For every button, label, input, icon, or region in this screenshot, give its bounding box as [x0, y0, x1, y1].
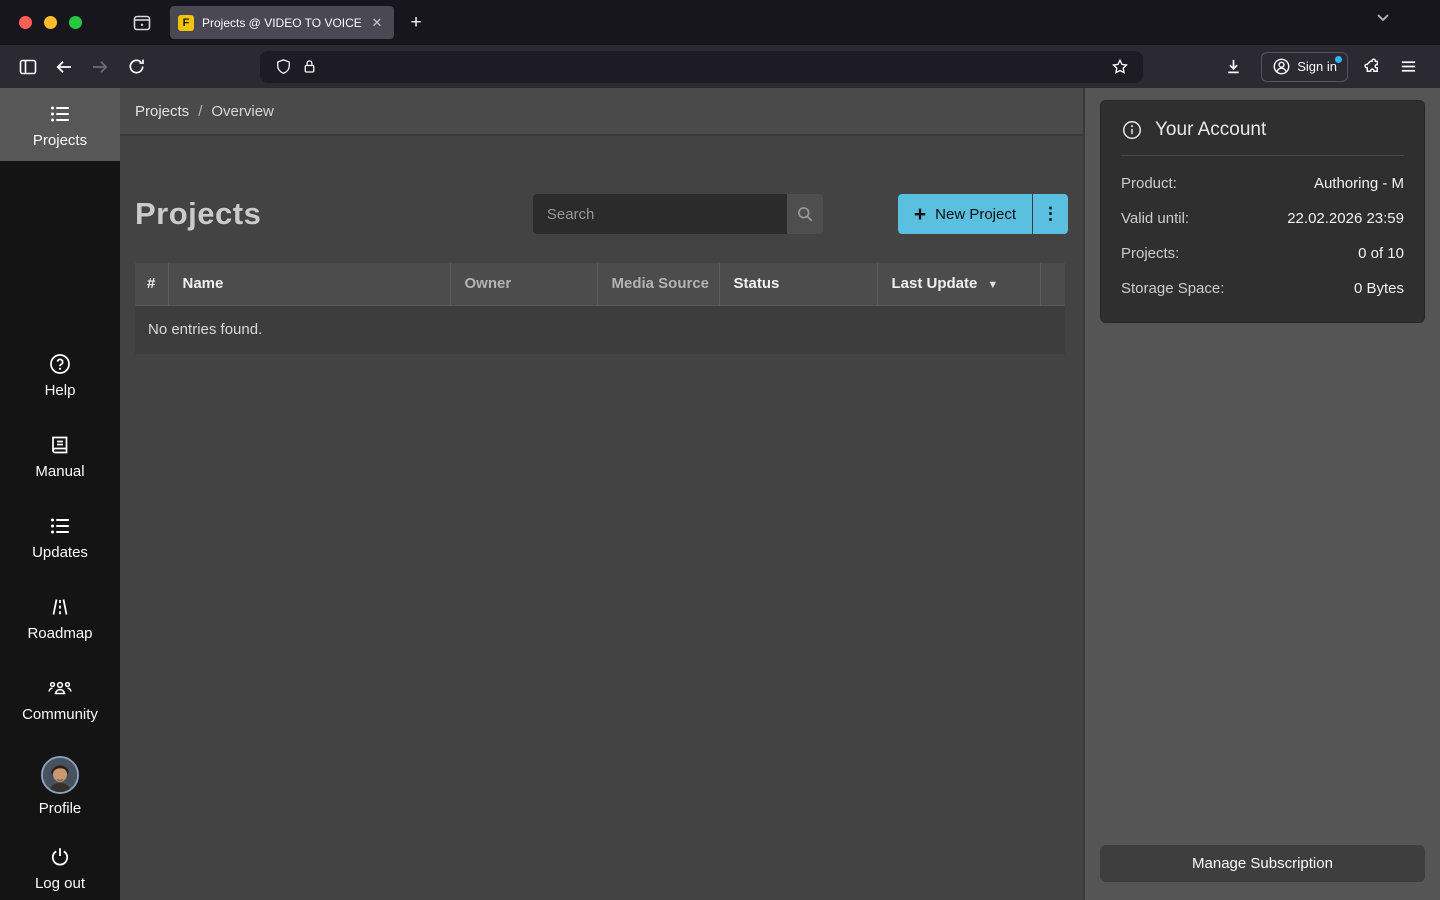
- divider: [1121, 155, 1404, 156]
- app-sidebar: Projects Help Manual: [0, 88, 120, 900]
- main-content: Projects / Overview Projects +: [120, 88, 1083, 900]
- browser-titlebar: F Projects @ VIDEO TO VOICE ✕ +: [0, 0, 1440, 45]
- empty-message: No entries found.: [135, 305, 1065, 354]
- window-minimize-button[interactable]: [44, 16, 57, 29]
- sidebar-item-roadmap[interactable]: Roadmap: [0, 581, 120, 654]
- account-row-valid-until: Valid until: 22.02.2026 23:59: [1101, 201, 1424, 236]
- sidebar-item-label: Help: [45, 382, 76, 399]
- column-header-index[interactable]: #: [135, 263, 168, 305]
- sidebar-item-projects[interactable]: Projects: [0, 88, 120, 161]
- your-account-card: Your Account Product: Authoring - M Vali…: [1100, 100, 1425, 323]
- extensions-icon[interactable]: [1356, 51, 1388, 83]
- search-icon[interactable]: [787, 194, 823, 234]
- column-header-spacer: [1040, 263, 1065, 305]
- breadcrumb: Projects / Overview: [120, 88, 1083, 136]
- new-tab-icon[interactable]: +: [402, 9, 430, 37]
- breadcrumb-page: Overview: [211, 103, 274, 120]
- sidebar-item-label: Manual: [35, 463, 84, 480]
- column-header-last-update[interactable]: Last Update▼: [877, 263, 1040, 305]
- power-icon: [48, 845, 72, 869]
- tab-list-chevron-icon[interactable]: [1374, 8, 1392, 26]
- sidebar-item-help[interactable]: Help: [0, 338, 120, 411]
- sign-in-label: Sign in: [1297, 59, 1337, 74]
- notification-badge: [1335, 56, 1342, 63]
- search-input[interactable]: [533, 194, 787, 234]
- people-icon: [47, 676, 73, 700]
- new-project-button-group: + New Project ⋮: [898, 194, 1068, 234]
- menu-icon[interactable]: [1392, 51, 1424, 83]
- breadcrumb-separator: /: [198, 103, 202, 120]
- bookmark-star-icon[interactable]: [1107, 54, 1133, 80]
- reload-icon[interactable]: [120, 51, 152, 83]
- sign-in-button[interactable]: Sign in: [1261, 52, 1348, 82]
- back-icon[interactable]: [48, 51, 80, 83]
- tracking-shield-icon[interactable]: [270, 54, 296, 80]
- sidebar-item-label: Community: [22, 706, 98, 723]
- macos-window-controls: [19, 16, 82, 29]
- account-row-storage: Storage Space: 0 Bytes: [1101, 271, 1424, 306]
- forward-icon[interactable]: [84, 51, 116, 83]
- table-header-row: # Name Owner Media Source Status Last Up…: [135, 263, 1065, 305]
- new-project-button[interactable]: + New Project: [898, 194, 1032, 234]
- account-panel: Your Account Product: Authoring - M Vali…: [1083, 88, 1440, 900]
- close-tab-icon[interactable]: ✕: [368, 14, 386, 32]
- sort-desc-icon: ▼: [987, 279, 998, 291]
- column-header-owner[interactable]: Owner: [450, 263, 597, 305]
- info-icon: [1121, 119, 1143, 141]
- list-icon: [48, 102, 72, 126]
- sidebar-item-label: Profile: [39, 800, 82, 817]
- lock-icon[interactable]: [296, 54, 322, 80]
- sidebar-item-community[interactable]: Community: [0, 662, 120, 735]
- search-box: [533, 194, 823, 234]
- column-header-status[interactable]: Status: [719, 263, 877, 305]
- sidebar-item-updates[interactable]: Updates: [0, 500, 120, 573]
- plus-icon: +: [914, 204, 926, 225]
- sidebar-item-profile[interactable]: Profile: [0, 742, 120, 829]
- downloads-icon[interactable]: [1217, 51, 1249, 83]
- account-card-title: Your Account: [1155, 119, 1266, 141]
- table-empty-row: No entries found.: [135, 305, 1065, 354]
- help-icon: [48, 352, 72, 376]
- tab-favicon: F: [178, 15, 194, 31]
- sidebar-item-label: Log out: [35, 875, 85, 892]
- page-title: Projects: [135, 196, 261, 232]
- sidebar-item-logout[interactable]: Log out: [0, 831, 120, 900]
- manage-subscription-button[interactable]: Manage Subscription: [1100, 845, 1425, 882]
- sidebar-item-label: Roadmap: [27, 625, 92, 642]
- browser-tab[interactable]: F Projects @ VIDEO TO VOICE ✕: [170, 6, 394, 39]
- book-icon: [48, 433, 72, 457]
- window-close-button[interactable]: [19, 16, 32, 29]
- firefox-view-icon[interactable]: [127, 8, 157, 38]
- sidebar-item-label: Updates: [32, 544, 88, 561]
- url-bar[interactable]: [260, 51, 1143, 83]
- account-row-product: Product: Authoring - M: [1101, 166, 1424, 201]
- window-maximize-button[interactable]: [69, 16, 82, 29]
- sidebar-item-label: Projects: [33, 132, 87, 149]
- projects-table: # Name Owner Media Source Status Last Up…: [135, 263, 1065, 354]
- account-row-projects: Projects: 0 of 10: [1101, 236, 1424, 271]
- tab-title: Projects @ VIDEO TO VOICE: [202, 16, 368, 30]
- sidebar-item-manual[interactable]: Manual: [0, 419, 120, 492]
- account-icon: [1272, 57, 1291, 76]
- breadcrumb-section[interactable]: Projects: [135, 103, 189, 120]
- column-header-name[interactable]: Name: [168, 263, 450, 305]
- column-header-media-source[interactable]: Media Source: [597, 263, 719, 305]
- avatar: [41, 756, 79, 794]
- new-project-label: New Project: [935, 206, 1016, 223]
- list-icon: [48, 514, 72, 538]
- sidebar-toggle-icon[interactable]: [12, 51, 44, 83]
- road-icon: [48, 595, 72, 619]
- browser-toolbar: Sign in: [0, 45, 1440, 88]
- project-options-kebab-icon[interactable]: ⋮: [1032, 194, 1068, 234]
